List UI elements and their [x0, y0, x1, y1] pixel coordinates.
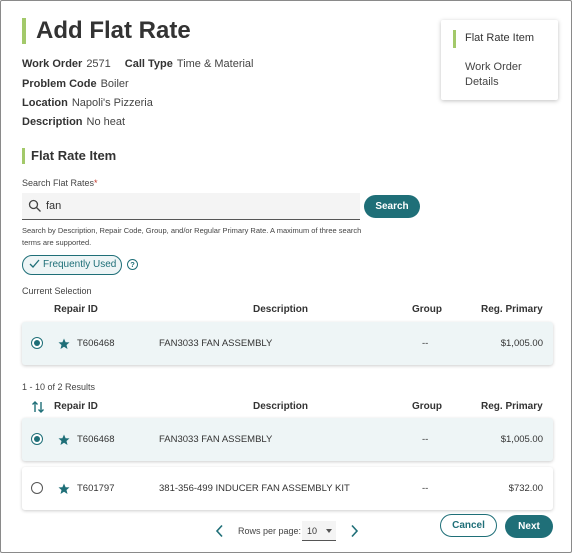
star-icon[interactable]: [58, 483, 70, 495]
search-label: Search Flat Rates*: [22, 178, 98, 188]
cell-reg-primary: $732.00: [508, 483, 543, 494]
call-type-value: Time & Material: [176, 58, 254, 70]
side-nav-item-flat-rate-item[interactable]: Flat Rate Item: [465, 31, 534, 46]
description-label: Description: [22, 116, 83, 128]
results-col-header-description[interactable]: Description: [253, 401, 308, 412]
work-order-value: 2571: [86, 58, 111, 70]
cell-reg-primary: $1,005.00: [500, 338, 543, 349]
side-nav-active-indicator: [453, 30, 456, 48]
col-header-group: Group: [412, 304, 442, 315]
results-col-header-group[interactable]: Group: [412, 401, 442, 412]
work-order-label: Work Order: [22, 58, 83, 70]
next-button[interactable]: Next: [505, 515, 553, 538]
section-title: Flat Rate Item: [22, 148, 116, 164]
current-selection-row[interactable]: T606468 FAN3033 FAN ASSEMBLY -- $1,005.0…: [22, 322, 553, 365]
col-header-description: Description: [253, 304, 309, 315]
page-title: Add Flat Rate: [22, 18, 191, 44]
results-summary: 1 - 10 of 2 Results: [22, 382, 96, 392]
row-radio[interactable]: [31, 337, 43, 349]
search-input[interactable]: [46, 196, 346, 216]
search-button[interactable]: Search: [364, 195, 420, 218]
location-value: Napoli's Pizzeria: [71, 97, 153, 109]
rows-per-page-label: Rows per page:: [238, 526, 302, 536]
problem-code-value: Boiler: [100, 78, 129, 90]
search-field[interactable]: [22, 193, 360, 220]
rows-per-page-select[interactable]: 10: [302, 521, 336, 541]
cell-description: FAN3033 FAN ASSEMBLY: [159, 338, 273, 349]
cell-repair-id: T606468: [77, 338, 115, 349]
cell-repair-id: T606468: [77, 434, 115, 445]
rows-per-page-value: 10: [307, 526, 318, 536]
table-row[interactable]: T606468 FAN3033 FAN ASSEMBLY -- $1,005.0…: [22, 418, 553, 461]
star-icon[interactable]: [58, 434, 70, 446]
cell-group: --: [422, 338, 429, 349]
sort-icon[interactable]: [31, 400, 45, 414]
current-selection-label: Current Selection: [22, 286, 92, 296]
work-order-line: Work Order 2571 Call Type Time & Material: [22, 58, 254, 70]
cell-group: --: [422, 434, 429, 445]
chevron-right-icon[interactable]: [349, 524, 359, 538]
chevron-left-icon[interactable]: [215, 524, 225, 538]
cancel-button[interactable]: Cancel: [440, 514, 497, 537]
col-header-repair-id: Repair ID: [54, 304, 98, 315]
cell-repair-id: T601797: [77, 483, 115, 494]
col-header-reg-primary: Reg. Primary: [481, 304, 543, 315]
side-nav-item-work-order-details[interactable]: Work Order Details: [465, 60, 545, 90]
description-value: No heat: [86, 116, 126, 128]
cell-description: FAN3033 FAN ASSEMBLY: [159, 434, 273, 445]
star-icon[interactable]: [58, 338, 70, 350]
table-row[interactable]: T601797 381-356-499 INDUCER FAN ASSEMBLY…: [22, 467, 553, 510]
row-radio[interactable]: [31, 482, 43, 494]
check-icon: [29, 259, 40, 268]
side-nav: Flat Rate Item Work Order Details: [441, 20, 558, 100]
search-icon: [28, 199, 41, 212]
cell-group: --: [422, 483, 429, 494]
search-label-text: Search Flat Rates: [22, 178, 95, 188]
required-mark: *: [94, 178, 98, 188]
problem-code-line: Problem Code Boiler: [22, 78, 129, 90]
results-col-header-reg-primary[interactable]: Reg. Primary: [481, 401, 543, 412]
location-label: Location: [22, 97, 68, 109]
frequently-used-chip[interactable]: Frequently Used: [22, 255, 122, 275]
problem-code-label: Problem Code: [22, 78, 97, 90]
row-radio[interactable]: [31, 433, 43, 445]
location-line: Location Napoli's Pizzeria: [22, 97, 153, 109]
search-hint: Search by Description, Repair Code, Grou…: [22, 226, 362, 247]
results-col-header-repair-id[interactable]: Repair ID: [54, 401, 98, 412]
call-type-label: Call Type: [124, 58, 173, 70]
cell-description: 381-356-499 INDUCER FAN ASSEMBLY KIT: [159, 483, 350, 494]
cell-reg-primary: $1,005.00: [500, 434, 543, 445]
caret-down-icon: [326, 529, 332, 533]
chip-label: Frequently Used: [43, 259, 117, 270]
help-icon[interactable]: ?: [127, 259, 138, 270]
description-line: Description No heat: [22, 116, 125, 128]
